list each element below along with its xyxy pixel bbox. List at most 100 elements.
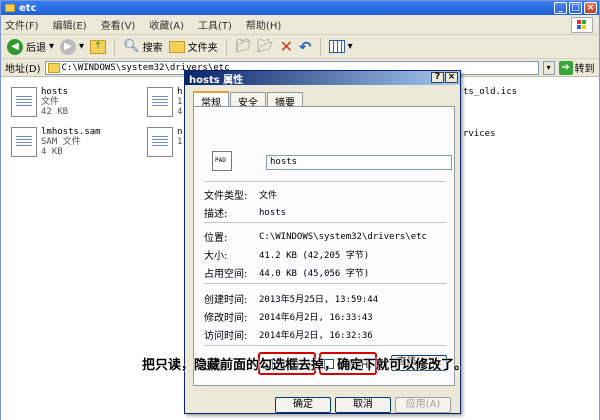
dialog-title: hosts 属性 [189, 74, 244, 86]
folder-icon [168, 40, 185, 53]
chevron-down-icon: ▾ [347, 41, 353, 52]
back-arrow-icon: ◀ [7, 38, 23, 55]
description-row: 描述: hosts [204, 205, 287, 221]
row-value: 44.0 KB (45,056 字节) [259, 269, 370, 279]
size-row: 大小: 41.2 KB (42,205 字节) [204, 247, 369, 262]
up-folder-icon: ↑ [90, 39, 107, 54]
cancel-button[interactable]: 取消 [335, 397, 391, 413]
windows-logo-icon [571, 17, 593, 33]
created-row: 创建时间: 2013年5月25日, 13:59:44 [204, 291, 378, 306]
minimize-button[interactable]: _ [554, 2, 567, 14]
explorer-window: etc _ □ × 文件(F) 编辑(E) 查看(V) 收藏(A) 工具(T) … [0, 0, 600, 420]
file-type-row: 文件类型: 文件 [204, 187, 277, 202]
row-label: 创建时间: [204, 295, 248, 306]
search-icon: 🔍︎ [123, 39, 140, 54]
toolbar-separator [225, 37, 227, 56]
close-button[interactable]: × [584, 2, 597, 14]
menu-view[interactable]: 查看(V) [101, 17, 136, 32]
file-name-partial: n [177, 127, 183, 137]
row-label: 访问时间: [204, 331, 248, 342]
folder-icon [47, 62, 60, 73]
file-size: 42 KB [41, 107, 69, 117]
row-value: 2014年6月2日, 16:32:36 [259, 331, 373, 341]
file-size-partial: 4 [177, 107, 183, 117]
maximize-button[interactable]: □ [569, 2, 582, 14]
file-name-partial: h [177, 87, 183, 97]
text-file-icon [147, 87, 173, 117]
row-value: 文件 [259, 191, 278, 201]
file-type: 文件 [41, 97, 60, 107]
row-label: 描述: [204, 209, 228, 220]
menu-file[interactable]: 文件(F) [5, 17, 39, 32]
row-label: 位置: [204, 233, 228, 244]
file-type: SAM 文件 [41, 137, 81, 147]
apply-button[interactable]: 应用(A) [395, 397, 451, 413]
back-button[interactable]: ◀ 后退 ▾ [7, 38, 55, 55]
dialog-title-bar: hosts 属性 ? × [185, 71, 460, 86]
file-type-partial: 1 [177, 137, 183, 147]
forward-arrow-icon: ▶ [60, 38, 77, 55]
go-arrow-icon: ➔ [558, 60, 573, 75]
file-type-partial: 1 [177, 97, 183, 107]
undo-icon[interactable]: ↶ [299, 38, 312, 56]
row-value: C:\WINDOWS\system32\drivers\etc [259, 231, 427, 242]
text-file-icon [11, 127, 37, 157]
text-file-icon [147, 127, 173, 157]
row-value: 2013年5月25日, 13:59:44 [259, 295, 379, 305]
views-button[interactable]: ▾ [328, 40, 353, 53]
views-icon [328, 40, 345, 53]
menu-edit[interactable]: 编辑(E) [53, 17, 87, 32]
address-dropdown-button[interactable]: ▾ [542, 60, 555, 75]
divider [204, 222, 446, 223]
back-label: 后退 [26, 43, 46, 54]
menu-favorites[interactable]: 收藏(A) [149, 17, 184, 32]
go-label: 转到 [574, 64, 595, 75]
general-tab-panel: PAD hosts 文件类型: 文件 描述: hosts 位置: C:\WIND… [193, 106, 455, 386]
file-item-partial[interactable]: h 1 4 [147, 87, 182, 117]
toolbar-separator [114, 37, 116, 56]
menu-tools[interactable]: 工具(T) [198, 17, 232, 32]
instruction-caption: 把只读，隐藏前面的勾选框去掉，确定下就可以修改了。 [142, 358, 468, 373]
forward-button[interactable]: ▶ ▾ [60, 38, 85, 55]
file-name: lmhosts.sam [41, 127, 101, 137]
row-value: hosts [259, 207, 287, 218]
row-value: 2014年6月2日, 16:33:43 [259, 313, 373, 323]
file-name-partial[interactable]: ts_old.ics [463, 87, 518, 97]
row-value: 41.2 KB (42,205 字节) [259, 251, 370, 261]
dialog-close-button[interactable]: × [445, 72, 458, 83]
divider [204, 283, 446, 284]
divider [204, 181, 446, 182]
divider [204, 345, 446, 346]
go-button[interactable]: ➔ 转到 [558, 60, 595, 75]
accessed-row: 访问时间: 2014年6月2日, 16:32:36 [204, 327, 373, 342]
notepad-file-icon: PAD [212, 151, 232, 171]
file-name: hosts [41, 87, 69, 97]
modified-row: 修改时间: 2014年6月2日, 16:33:43 [204, 309, 373, 324]
folder-icon [5, 4, 15, 12]
disk-size-row: 占用空间: 44.0 KB (45,056 字节) [204, 265, 369, 280]
ok-button[interactable]: 确定 [275, 397, 331, 413]
copy-to-icon[interactable]: 📂︎ [257, 39, 274, 54]
file-item-partial[interactable]: n 1 [147, 127, 182, 157]
file-item-lmhosts[interactable]: lmhosts.sam SAM 文件 4 KB [11, 127, 101, 157]
search-label: 搜索 [142, 43, 163, 54]
title-bar: etc _ □ × [1, 1, 599, 15]
icon-label: PAD [215, 157, 226, 164]
delete-icon[interactable]: ✕ [280, 37, 293, 56]
row-label: 占用空间: [204, 269, 248, 280]
filename-input[interactable]: hosts [266, 155, 452, 170]
file-item-hosts[interactable]: hosts 文件 42 KB [11, 87, 68, 117]
row-label: 修改时间: [204, 313, 248, 324]
chevron-down-icon: ▾ [79, 41, 85, 52]
folders-button[interactable]: 文件夹 [168, 39, 218, 54]
move-to-icon[interactable]: 📁︎ [235, 39, 252, 54]
help-button[interactable]: ? [431, 72, 444, 83]
row-label: 文件类型: [204, 191, 248, 202]
row-label: 大小: [204, 251, 228, 262]
file-name-partial[interactable]: rvices [463, 129, 496, 139]
window-title: etc [19, 2, 37, 14]
search-button[interactable]: 🔍︎ 搜索 [123, 39, 163, 54]
up-folder-button[interactable]: ↑ [90, 39, 107, 54]
menu-help[interactable]: 帮助(H) [246, 17, 281, 32]
chevron-down-icon: ▾ [49, 41, 55, 52]
